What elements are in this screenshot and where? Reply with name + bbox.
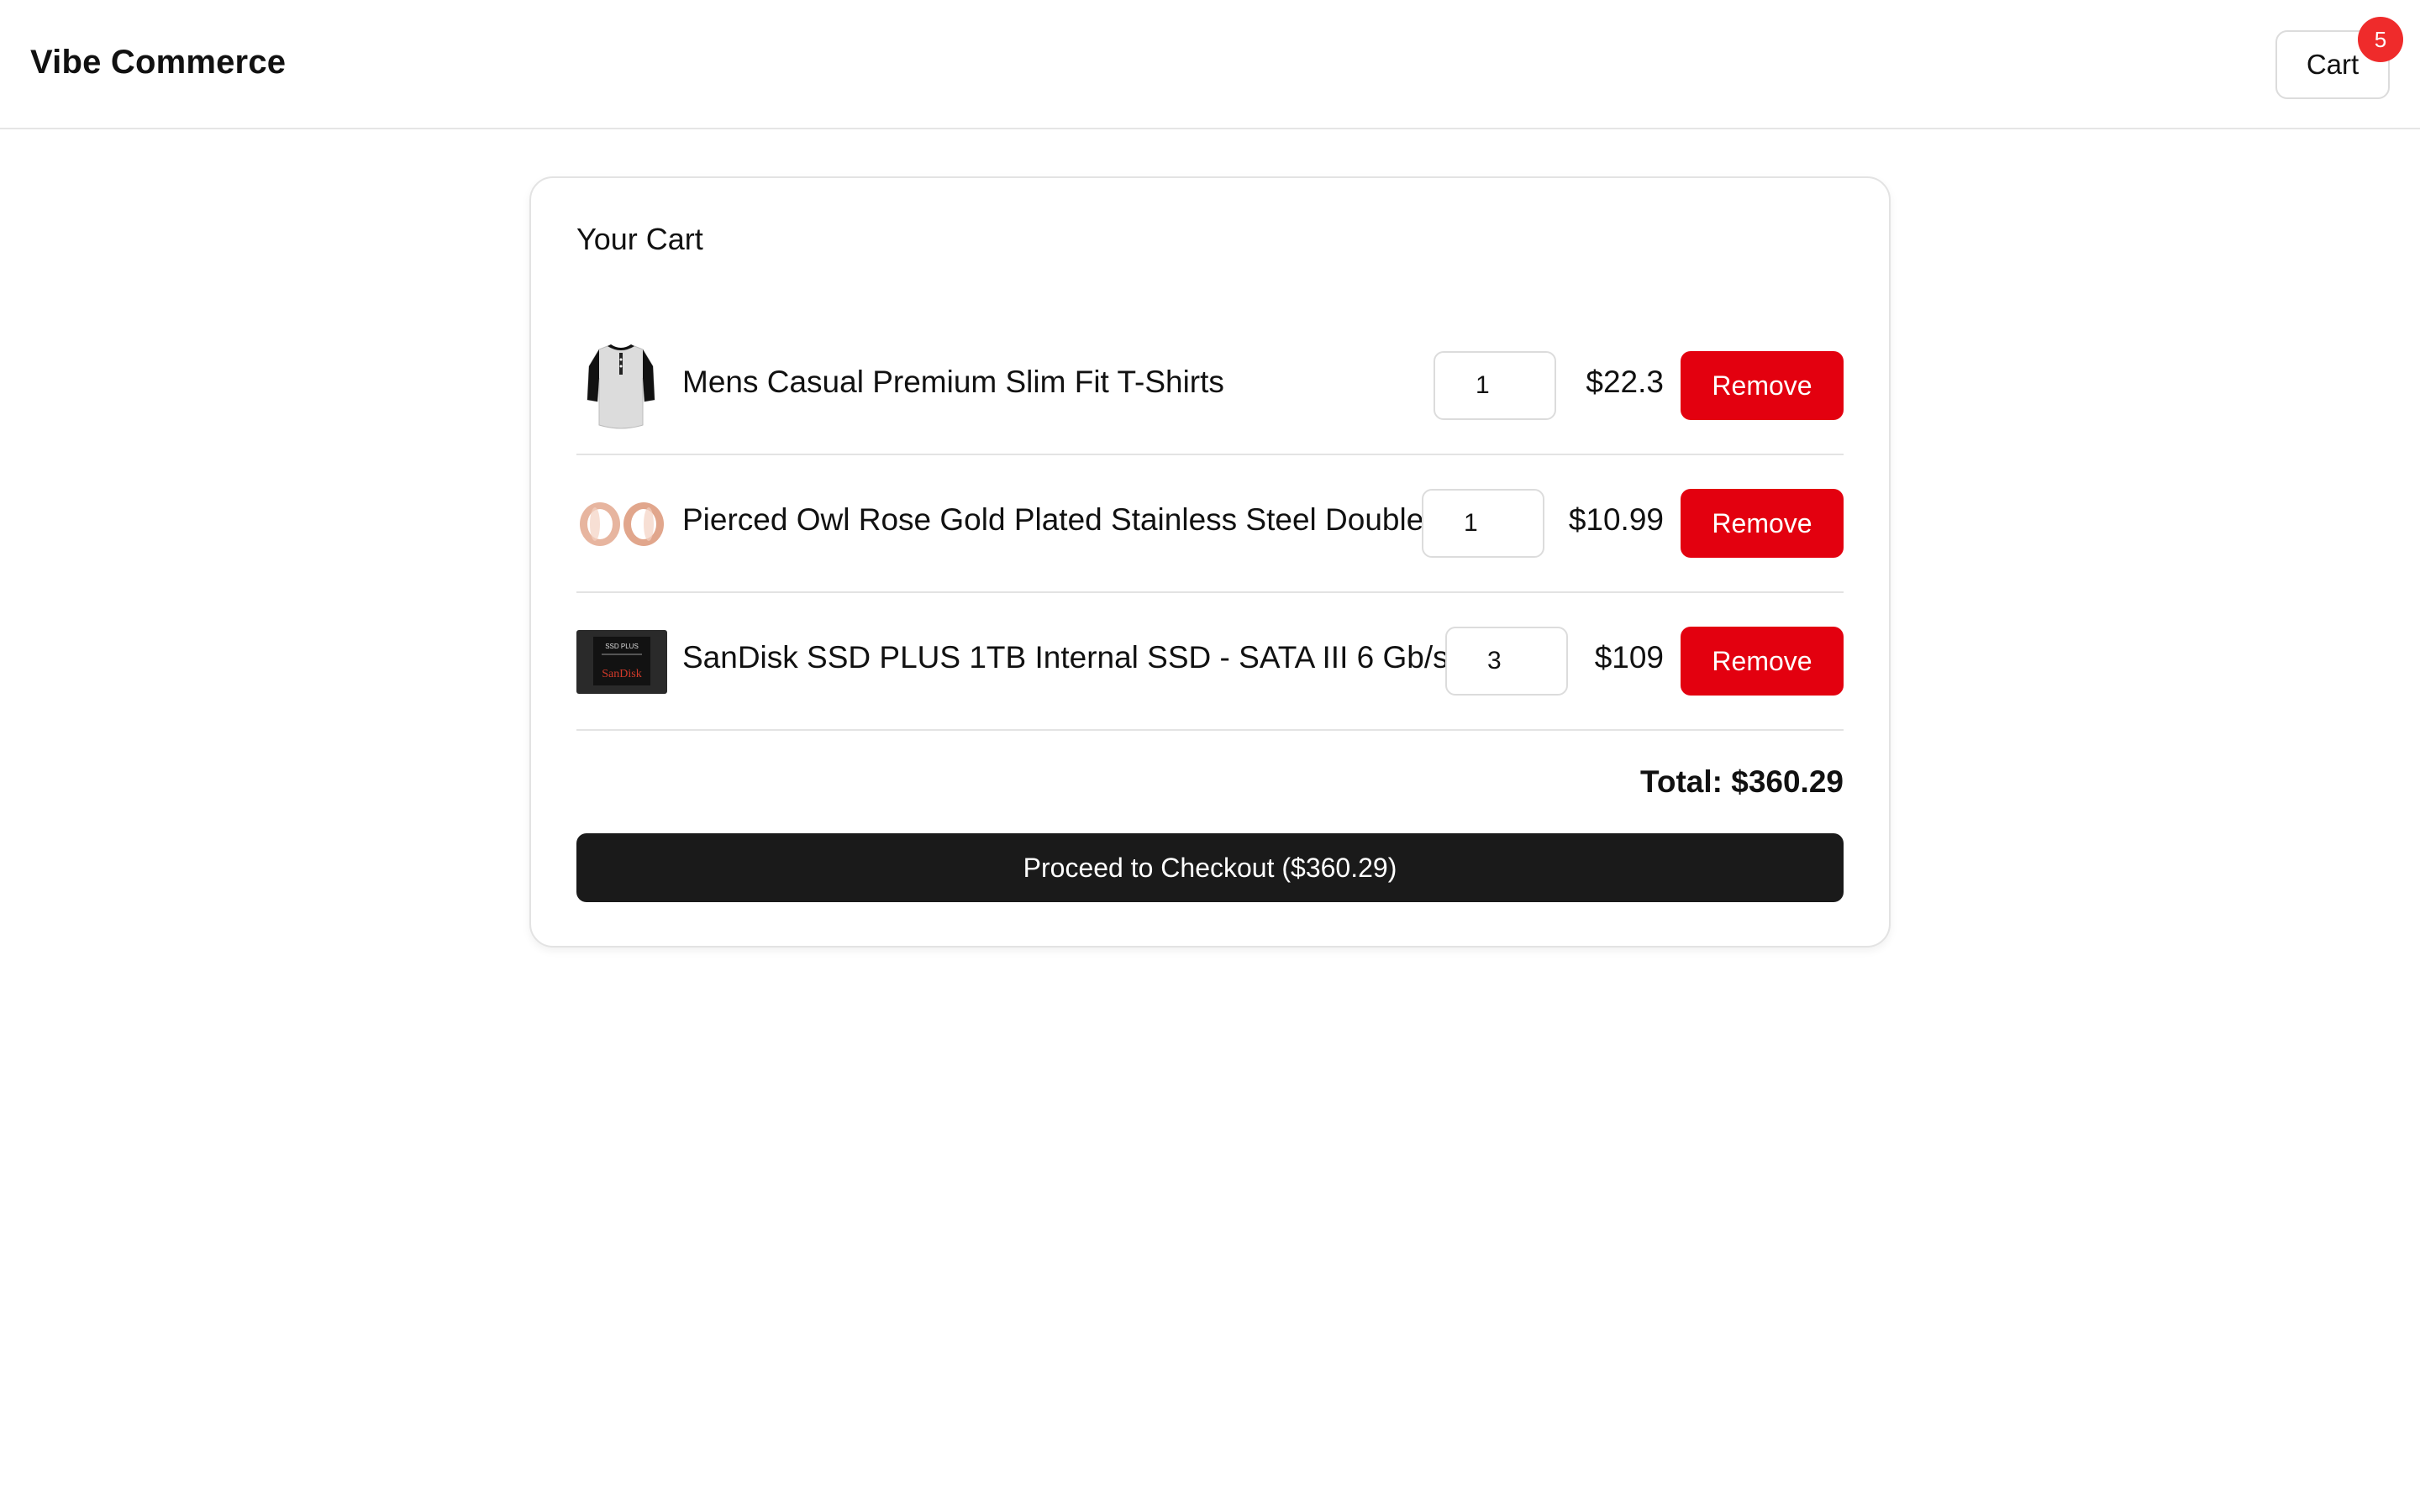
cart-panel: Your Cart Mens Casual Premium Slim Fit T…	[529, 176, 1891, 948]
cart-item-row: Pierced Owl Rose Gold Plated Stainless S…	[576, 455, 1844, 593]
quantity-input[interactable]	[1422, 489, 1544, 558]
cart-item-row: Mens Casual Premium Slim Fit T-Shirts $2…	[576, 318, 1844, 455]
cart-title: Your Cart	[576, 222, 703, 256]
item-name: SanDisk SSD PLUS 1TB Internal SSD - SATA…	[682, 640, 1449, 675]
item-price: $109	[1594, 640, 1664, 675]
cart-item-row: SSD PLUS SanDisk SanDisk SSD PLUS 1TB In…	[576, 593, 1844, 731]
quantity-input[interactable]	[1445, 627, 1568, 696]
ssd-label-top: SSD PLUS	[605, 643, 639, 650]
remove-button[interactable]: Remove	[1681, 351, 1844, 420]
remove-button[interactable]: Remove	[1681, 627, 1844, 696]
ssd-icon: SSD PLUS SanDisk	[576, 617, 667, 707]
item-name: Mens Casual Premium Slim Fit T-Shirts	[682, 365, 1224, 399]
tshirt-icon	[576, 341, 667, 432]
cart-total: Total: $360.29	[1640, 764, 1844, 799]
cart-button-label: Cart	[2306, 49, 2360, 80]
brand-logo[interactable]: Vibe Commerce	[30, 44, 286, 81]
cart-count-badge: 5	[2358, 17, 2403, 62]
item-name: Pierced Owl Rose Gold Plated Stainless S…	[682, 502, 1424, 537]
remove-button[interactable]: Remove	[1681, 489, 1844, 558]
top-navbar: Vibe Commerce Cart 5	[0, 0, 2420, 129]
ssd-brand-label: SanDisk	[602, 668, 641, 680]
checkout-button[interactable]: Proceed to Checkout ($360.29)	[576, 833, 1844, 902]
quantity-input[interactable]	[1434, 351, 1556, 420]
item-price: $22.3	[1586, 365, 1664, 399]
rings-icon	[576, 479, 667, 570]
item-price: $10.99	[1568, 502, 1664, 537]
